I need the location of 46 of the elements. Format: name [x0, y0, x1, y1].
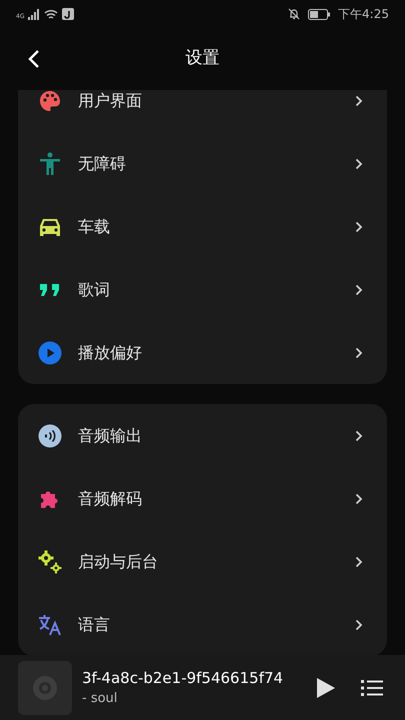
- item-label: 音频解码: [78, 488, 143, 510]
- settings-item[interactable]: 无障碍: [18, 132, 387, 195]
- signal-icon: [28, 8, 40, 20]
- item-label: 歌词: [78, 278, 111, 300]
- back-icon: [27, 49, 41, 69]
- item-label: 车载: [78, 216, 111, 238]
- bell-off-icon: [288, 8, 300, 20]
- settings-item[interactable]: 启动与后台: [18, 530, 387, 593]
- list-icon: [361, 678, 383, 696]
- speaker-waves-icon: [38, 424, 62, 448]
- chevron-right-icon: [355, 430, 363, 442]
- settings-item[interactable]: 用户界面: [18, 90, 387, 132]
- play-circle-icon: [38, 340, 62, 364]
- settings-item[interactable]: 歌词: [18, 258, 387, 321]
- item-label: 语言: [78, 614, 111, 636]
- track-artist: - soul: [82, 690, 118, 708]
- chevron-right-icon: [355, 556, 363, 568]
- settings-item[interactable]: 音频解码: [18, 467, 387, 530]
- chevron-right-icon: [355, 220, 363, 232]
- car-icon: [39, 216, 61, 236]
- person-icon: [39, 152, 61, 176]
- item-label: 无障碍: [78, 152, 127, 174]
- chevron-right-icon: [355, 94, 363, 106]
- app-notification-icon: [62, 8, 74, 20]
- settings-item[interactable]: 语言: [18, 593, 387, 655]
- item-label: 启动与后台: [78, 550, 159, 572]
- play-icon: [316, 676, 336, 698]
- battery-icon: [308, 8, 330, 20]
- page-title: 设置: [186, 47, 220, 70]
- chevron-right-icon: [355, 492, 363, 504]
- chevron-right-icon: [355, 158, 363, 170]
- item-label: 用户界面: [78, 90, 143, 112]
- translate-icon: [38, 614, 62, 636]
- chevron-right-icon: [355, 618, 363, 630]
- clock-label: 下午4:25: [338, 6, 389, 23]
- settings-item[interactable]: 音频输出: [18, 404, 387, 467]
- item-label: 播放偏好: [78, 342, 143, 364]
- settings-item[interactable]: 播放偏好: [18, 321, 387, 384]
- wifi-icon: [44, 8, 58, 20]
- item-label: 音频输出: [78, 424, 143, 446]
- gears-icon: [38, 550, 62, 574]
- chevron-right-icon: [355, 346, 363, 358]
- settings-item[interactable]: 车载: [18, 195, 387, 258]
- quote-icon: [39, 282, 61, 296]
- chevron-right-icon: [355, 284, 363, 296]
- track-title: 3f-4a8c-b2e1-9f546615f74: [82, 668, 284, 688]
